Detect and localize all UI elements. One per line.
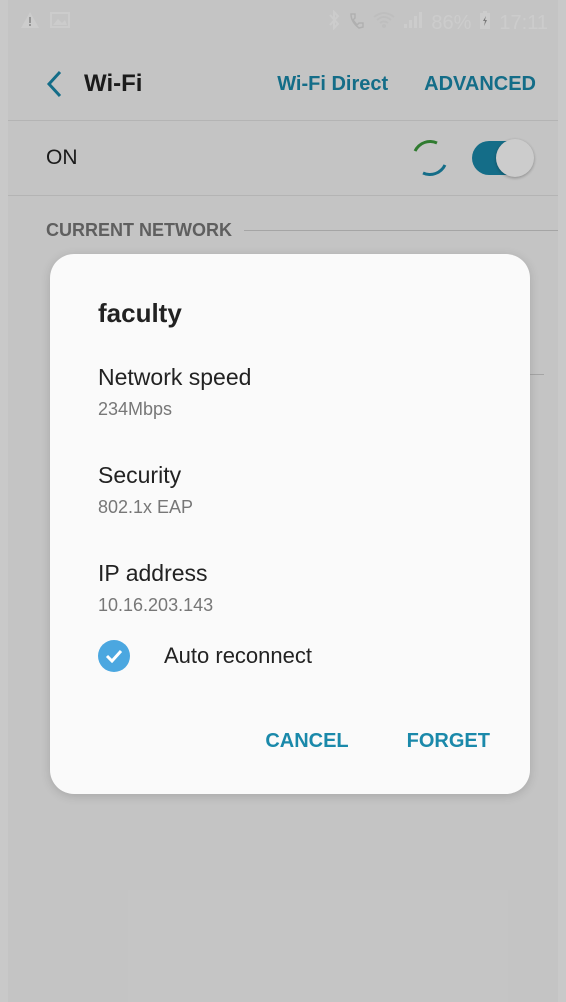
ip-address-value: 10.16.203.143 (98, 595, 214, 615)
security-label: Security (98, 462, 182, 488)
screen: 86% 17:11 Wi-Fi Wi-Fi Direct ADVANCED ON… (8, 0, 558, 1002)
ip-address-label: IP address (98, 560, 208, 586)
auto-reconnect-checkbox[interactable] (98, 640, 130, 672)
network-speed-value: 234Mbps (98, 399, 173, 419)
network-speed-label: Network speed (98, 364, 252, 390)
check-icon (105, 649, 123, 663)
dialog-title: faculty (98, 298, 182, 328)
auto-reconnect-label: Auto reconnect (164, 643, 312, 668)
network-info-dialog: faculty Network speed 234Mbps Security 8… (50, 254, 530, 794)
forget-button[interactable]: FORGET (407, 730, 490, 753)
cancel-button[interactable]: CANCEL (265, 730, 348, 753)
security-value: 802.1x EAP (98, 497, 194, 517)
auto-reconnect-row[interactable]: Auto reconnect (98, 640, 312, 672)
